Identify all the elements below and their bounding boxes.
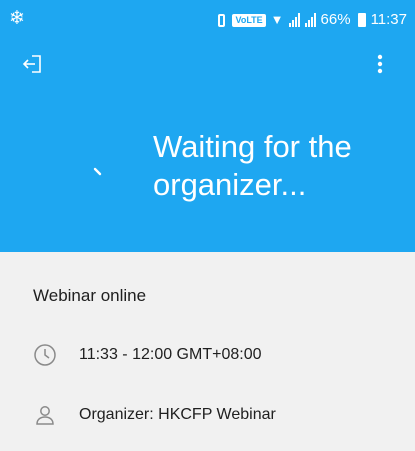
loading-spinner — [93, 167, 102, 176]
meeting-header: ❄ VoLTE ▼ 66% 11:37 Waiting for the orga… — [0, 0, 415, 252]
more-options-button[interactable] — [370, 50, 390, 78]
meeting-time: 11:33 - 12:00 GMT+08:00 — [79, 346, 262, 363]
exit-icon — [22, 55, 41, 73]
status-indicators: VoLTE ▼ 66% 11:37 — [216, 11, 407, 29]
snowflake-icon: ❄ — [9, 8, 25, 29]
battery-icon — [357, 13, 366, 27]
exit-button[interactable] — [20, 51, 46, 77]
battery-percent: 66% — [320, 11, 351, 28]
organizer-row: Organizer: HKCFP Webinar — [33, 403, 403, 427]
volte-badge: VoLTE — [232, 13, 266, 27]
clock-icon — [34, 344, 56, 366]
meeting-title: Webinar online — [33, 286, 147, 305]
waiting-title: Waiting for the organizer... — [153, 129, 352, 202]
meeting-details: Webinar online 11:33 - 12:00 GMT+08:00 O… — [0, 252, 415, 451]
status-time: 11:37 — [370, 11, 407, 28]
wifi-icon: ▼ — [270, 12, 284, 27]
status-bar: ❄ VoLTE ▼ 66% 11:37 — [0, 0, 415, 40]
signal-icon-2 — [304, 13, 316, 27]
meeting-time-row: 11:33 - 12:00 GMT+08:00 — [33, 343, 403, 367]
organizer-name: Organizer: HKCFP Webinar — [79, 406, 276, 423]
person-icon — [36, 406, 54, 425]
signal-icon — [288, 13, 300, 27]
more-vert-icon — [377, 54, 383, 74]
vibrate-icon — [218, 13, 226, 27]
